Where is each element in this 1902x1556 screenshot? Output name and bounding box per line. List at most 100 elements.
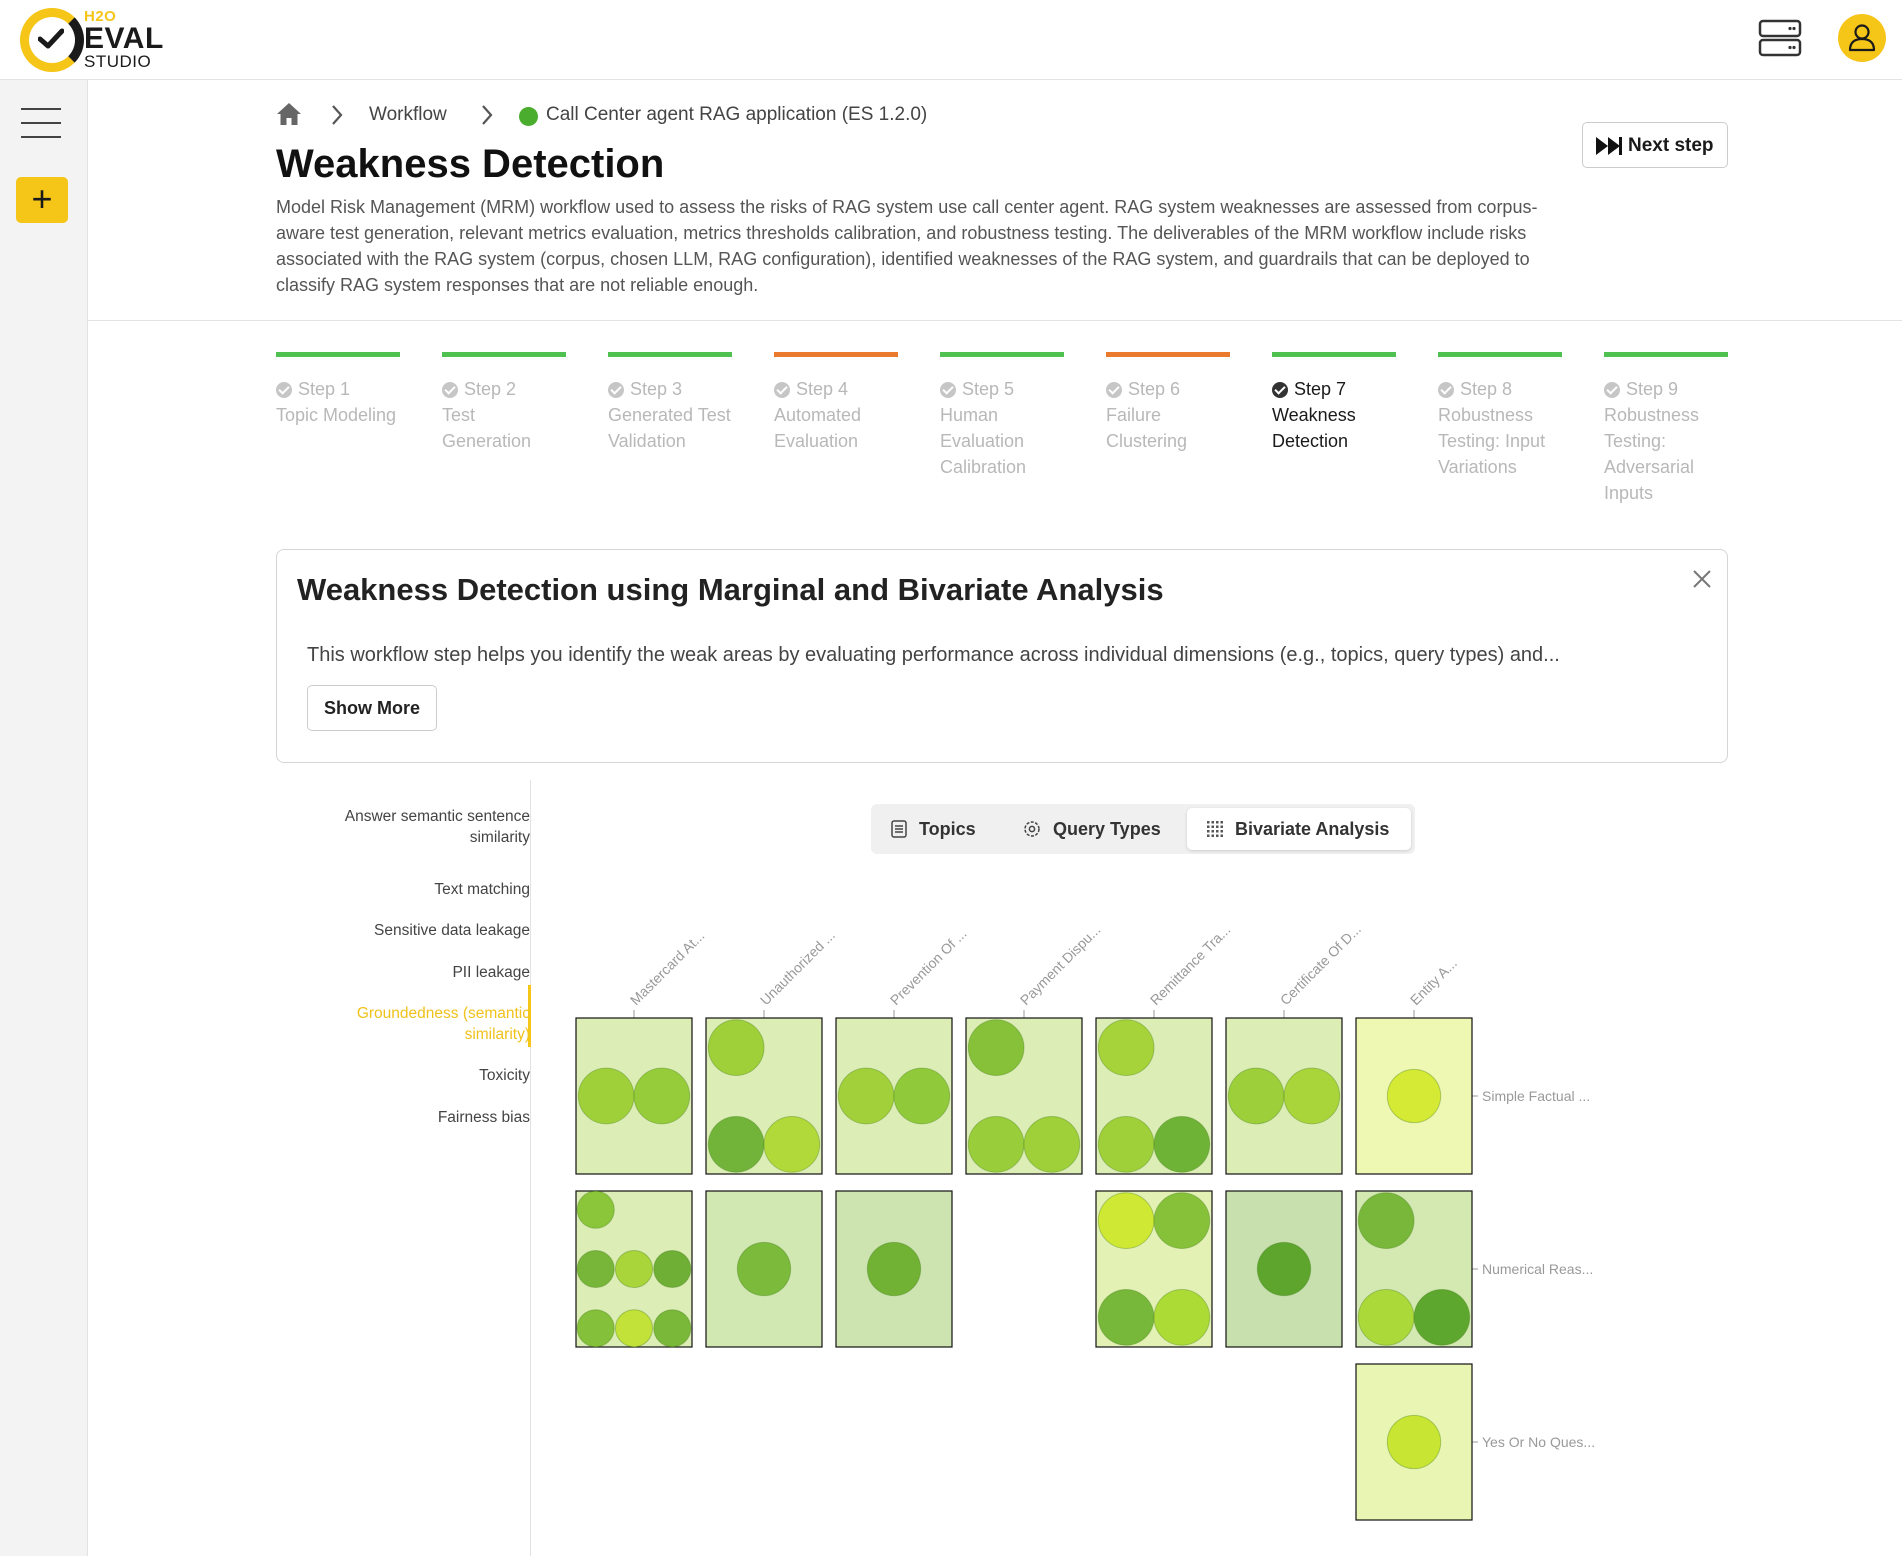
tab-topics-label: Topics: [919, 818, 976, 839]
metric-sensitive-data-leakage[interactable]: Sensitive data leakage: [300, 920, 530, 941]
column-label: Certificate Of D...: [1277, 921, 1364, 1008]
page-description: Model Risk Management (MRM) workflow use…: [276, 197, 1538, 295]
heatmap-circle: [633, 1067, 691, 1125]
heatmap-circle: [736, 1241, 792, 1297]
step-4[interactable]: Step 4 Automated Evaluation: [774, 352, 898, 454]
heatmap-circle: [653, 1249, 692, 1289]
step-progress-bar: [276, 352, 400, 357]
check-circle-icon: [1604, 381, 1620, 398]
row-label: Simple Factual ...: [1482, 1088, 1590, 1104]
step-number: Step 4: [774, 379, 898, 400]
metric-toxicity[interactable]: Toxicity: [300, 1065, 530, 1086]
check-circle-icon: [1106, 381, 1122, 398]
metric-fairness-bias[interactable]: Fairness bias: [300, 1107, 530, 1128]
step-2[interactable]: Step 2 Test Generation: [442, 352, 566, 454]
heatmap-circle: [1386, 1068, 1442, 1124]
tab-query-types-label: Query Types: [1053, 818, 1161, 839]
header-divider: [88, 320, 1902, 321]
step-progress-bar: [774, 352, 898, 357]
info-card-text: This workflow step helps you identify th…: [307, 644, 1560, 666]
step-number-label: Step 6: [1128, 379, 1181, 399]
user-icon: [1848, 24, 1876, 52]
heatmap-circle: [1227, 1067, 1285, 1125]
step-number: Step 9: [1604, 379, 1728, 400]
heatmap-circle: [967, 1116, 1025, 1173]
step-number: Step 7: [1272, 379, 1396, 400]
tab-query-types[interactable]: Query Types: [1023, 808, 1161, 850]
step-number-label: Step 2: [464, 379, 517, 399]
heatmap-circle: [707, 1116, 765, 1173]
analysis-tabs: Topics Query Types Bivariate Analysis: [871, 804, 1415, 854]
step-number: Step 6: [1106, 379, 1230, 400]
breadcrumb-app[interactable]: Call Center agent RAG application (ES 1.…: [546, 104, 927, 126]
heatmap-circle: [1283, 1067, 1341, 1125]
menu-icon[interactable]: [21, 108, 61, 138]
heatmap-circle: [1097, 1289, 1155, 1346]
bivariate-heatmap: Mastercard At... Unauthorized ... Preventi…: [575, 921, 1595, 1521]
add-button[interactable]: +: [16, 177, 68, 223]
heatmap-circle: [577, 1067, 635, 1125]
step-label: Failure Clustering: [1106, 405, 1188, 451]
heatmap-circle: [576, 1249, 615, 1289]
heatmap-circle: [1153, 1116, 1211, 1173]
column-label: Mastercard At...: [627, 927, 708, 1008]
heatmap-circle: [1097, 1116, 1155, 1173]
next-step-button[interactable]: Next step: [1582, 122, 1728, 168]
check-circle-icon: [276, 381, 292, 398]
step-number: Step 1: [276, 379, 400, 400]
top-bar: H2O EVAL STUDIO: [0, 0, 1902, 80]
home-icon[interactable]: [276, 102, 302, 126]
row-label: Numerical Reas...: [1482, 1261, 1593, 1277]
chevron-right-icon: [482, 105, 493, 125]
heatmap-circle: [614, 1249, 654, 1289]
heatmap-circle: [1023, 1116, 1081, 1173]
show-more-button[interactable]: Show More: [307, 685, 437, 731]
step-3[interactable]: Step 3 Generated Test Validation: [608, 352, 732, 454]
left-sidebar: +: [0, 80, 88, 1556]
list-icon: [891, 820, 907, 838]
chevron-right-icon: [332, 105, 343, 125]
step-5[interactable]: Step 5 Human Evaluation Calibration: [940, 352, 1064, 480]
step-label: Human Evaluation Calibration: [940, 405, 1027, 477]
column-label: Prevention Of ...: [887, 925, 970, 1008]
step-label: Topic Modeling: [276, 405, 397, 425]
user-avatar[interactable]: [1838, 14, 1886, 62]
heatmap-circle: [1357, 1289, 1415, 1346]
step-number: Step 3: [608, 379, 732, 400]
step-8[interactable]: Step 8 Robustness Testing: Input Variatio…: [1438, 352, 1562, 480]
step-1[interactable]: Step 1 Topic Modeling: [276, 352, 400, 428]
step-9[interactable]: Step 9 Robustness Testing: Adversarial In…: [1604, 352, 1728, 506]
tab-bivariate-analysis[interactable]: Bivariate Analysis: [1187, 808, 1411, 850]
check-circle-icon: [442, 381, 458, 398]
step-7[interactable]: Step 7 Weakness Detection: [1272, 352, 1396, 454]
check-circle-icon: [1438, 381, 1454, 398]
heatmap-circle: [1413, 1289, 1471, 1346]
metric-pii-leakage[interactable]: PII leakage: [300, 962, 530, 983]
step-number-label: Step 1: [298, 379, 351, 399]
server-icon[interactable]: [1758, 18, 1802, 58]
heatmap-circle: [707, 1019, 765, 1076]
step-label: Generated Test Validation: [608, 405, 731, 451]
close-icon[interactable]: [1691, 568, 1713, 590]
h2o-eval-studio-logo[interactable]: H2O EVAL STUDIO: [20, 6, 170, 74]
step-number-label: Step 3: [630, 379, 683, 399]
breadcrumb-workflow[interactable]: Workflow: [369, 104, 447, 126]
heatmap-circle: [763, 1116, 821, 1173]
step-label: Robustness Testing: Input Variations: [1438, 405, 1546, 477]
step-label: Automated Evaluation: [774, 405, 862, 451]
metric-text-matching[interactable]: Text matching: [300, 879, 530, 900]
step-label: Robustness Testing: Adversarial Inputs: [1604, 405, 1700, 503]
metric-answer-semantic-similarity[interactable]: Answer semantic sentence similarity: [300, 806, 530, 848]
heatmap-circle: [866, 1241, 922, 1297]
tab-topics[interactable]: Topics: [891, 808, 976, 850]
heatmap-circle: [1153, 1289, 1211, 1346]
step-number: Step 5: [940, 379, 1064, 400]
logo-studio: STUDIO: [84, 52, 152, 71]
step-6[interactable]: Step 6 Failure Clustering: [1106, 352, 1230, 454]
heatmap-circle: [1153, 1192, 1211, 1249]
step-progress-bar: [1272, 352, 1396, 357]
active-metric-marker: [528, 985, 531, 1047]
heatmap-circle: [1386, 1414, 1442, 1470]
heatmap-circle: [653, 1309, 692, 1348]
metric-groundedness[interactable]: Groundedness (semantic similarity): [300, 1003, 530, 1045]
